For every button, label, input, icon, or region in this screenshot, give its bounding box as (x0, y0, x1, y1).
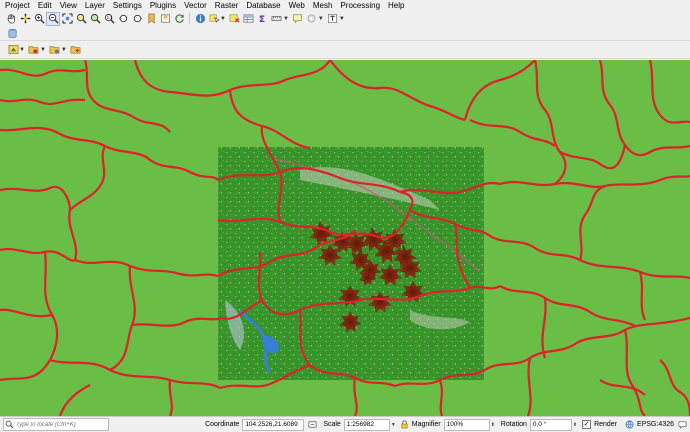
database-icon[interactable] (6, 27, 18, 39)
chevron-down-icon[interactable]: ▼ (391, 422, 396, 428)
messages-icon[interactable] (678, 420, 687, 429)
rotation-field[interactable]: 0,0 ° (529, 418, 572, 431)
lock-icon[interactable] (400, 420, 409, 429)
refresh-icon[interactable] (173, 13, 185, 25)
menu-mesh[interactable]: Mesh (309, 0, 337, 11)
chevron-down-icon[interactable]: ▼ (61, 47, 67, 53)
pan-to-selection-icon[interactable] (19, 13, 31, 25)
menu-bar: Project Edit View Layer Settings Plugins… (0, 0, 690, 11)
menu-help[interactable]: Help (384, 0, 408, 11)
locator-bar[interactable] (3, 418, 109, 431)
show-bookmarks-icon[interactable] (159, 13, 171, 25)
add-vector-layer-icon[interactable] (7, 44, 19, 56)
rotation-label: Rotation (500, 421, 527, 428)
menu-processing[interactable]: Processing (336, 0, 384, 11)
chevron-down-icon[interactable]: ▼ (40, 47, 46, 53)
map-render (0, 60, 690, 416)
text-annotation-icon[interactable] (327, 13, 339, 25)
database-toolbar (0, 26, 690, 41)
magnifier-label: Magnifier (411, 421, 441, 428)
chevron-down-icon[interactable]: ▼ (220, 16, 226, 22)
menu-raster[interactable]: Raster (211, 0, 243, 11)
attribute-table-icon[interactable] (243, 13, 255, 25)
pan-icon[interactable] (5, 13, 17, 25)
identify-icon[interactable] (194, 13, 206, 25)
status-bar: Coordinate 104.2526,21.6089 Scale 1:2569… (0, 416, 690, 432)
globe-icon[interactable] (625, 420, 634, 429)
menu-project[interactable]: Project (0, 0, 34, 11)
new-bookmark-icon[interactable] (145, 13, 157, 25)
locator-input[interactable] (14, 421, 108, 428)
menu-web[interactable]: Web (285, 0, 309, 11)
svg-text:Σ: Σ (259, 14, 265, 24)
menu-edit[interactable]: Edit (34, 0, 56, 11)
zoom-last-icon[interactable] (117, 13, 129, 25)
menu-layer[interactable]: Layer (81, 0, 109, 11)
annotation-icon[interactable] (306, 13, 318, 25)
toolbar-separator (189, 13, 190, 24)
scale-field[interactable]: 1:256982 (343, 418, 390, 431)
render-checkbox[interactable]: ✓ (582, 420, 592, 429)
select-features-icon[interactable] (208, 13, 220, 25)
measure-icon[interactable] (271, 13, 283, 25)
map-tips-icon[interactable] (292, 13, 304, 25)
menu-plugins[interactable]: Plugins (146, 0, 180, 11)
render-label: Render (594, 421, 618, 428)
map-canvas[interactable] (0, 60, 690, 416)
new-shapefile-icon[interactable] (70, 44, 82, 56)
map-navigation-toolbar: 1:1 ▼ Σ ▼ ▼ ▼ (0, 11, 690, 27)
zoom-to-layer-icon[interactable] (89, 13, 101, 25)
deselect-icon[interactable] (229, 13, 241, 25)
search-icon (5, 420, 14, 429)
zoom-next-icon[interactable] (131, 13, 143, 25)
add-raster-layer-icon[interactable] (28, 44, 40, 56)
menu-vector[interactable]: Vector (180, 0, 211, 11)
chevron-down-icon[interactable]: ▼ (339, 16, 345, 22)
crs-label[interactable]: EPSG:4326 (637, 421, 674, 428)
menu-database[interactable]: Database (242, 0, 284, 11)
chevron-down-icon[interactable]: ▼ (19, 47, 25, 53)
zoom-full-icon[interactable] (61, 13, 73, 25)
zoom-to-selection-icon[interactable] (75, 13, 87, 25)
add-mesh-layer-icon[interactable] (49, 44, 61, 56)
zoom-native-icon[interactable]: 1:1 (103, 13, 115, 25)
coordinate-field[interactable]: 104.2526,21.6089 (242, 418, 305, 431)
coordinate-label: Coordinate (205, 421, 240, 428)
statistics-icon[interactable]: Σ (257, 13, 269, 25)
zoom-in-icon[interactable] (33, 13, 45, 25)
svg-text:1:1: 1:1 (106, 15, 112, 20)
magnifier-field[interactable]: 100% (443, 418, 490, 431)
spinner-icon[interactable]: ⬍ (573, 422, 577, 428)
chevron-down-icon[interactable]: ▼ (318, 16, 324, 22)
spinner-icon[interactable]: ⬍ (491, 422, 495, 428)
scale-label: Scale (323, 421, 341, 428)
zoom-out-icon[interactable] (46, 11, 60, 26)
toggle-extents-icon[interactable] (308, 420, 317, 429)
menu-view[interactable]: View (56, 0, 81, 11)
chevron-down-icon[interactable]: ▼ (283, 16, 289, 22)
menu-settings[interactable]: Settings (109, 0, 146, 11)
data-source-toolbar: ▼ ▼ ▼ (0, 41, 690, 59)
